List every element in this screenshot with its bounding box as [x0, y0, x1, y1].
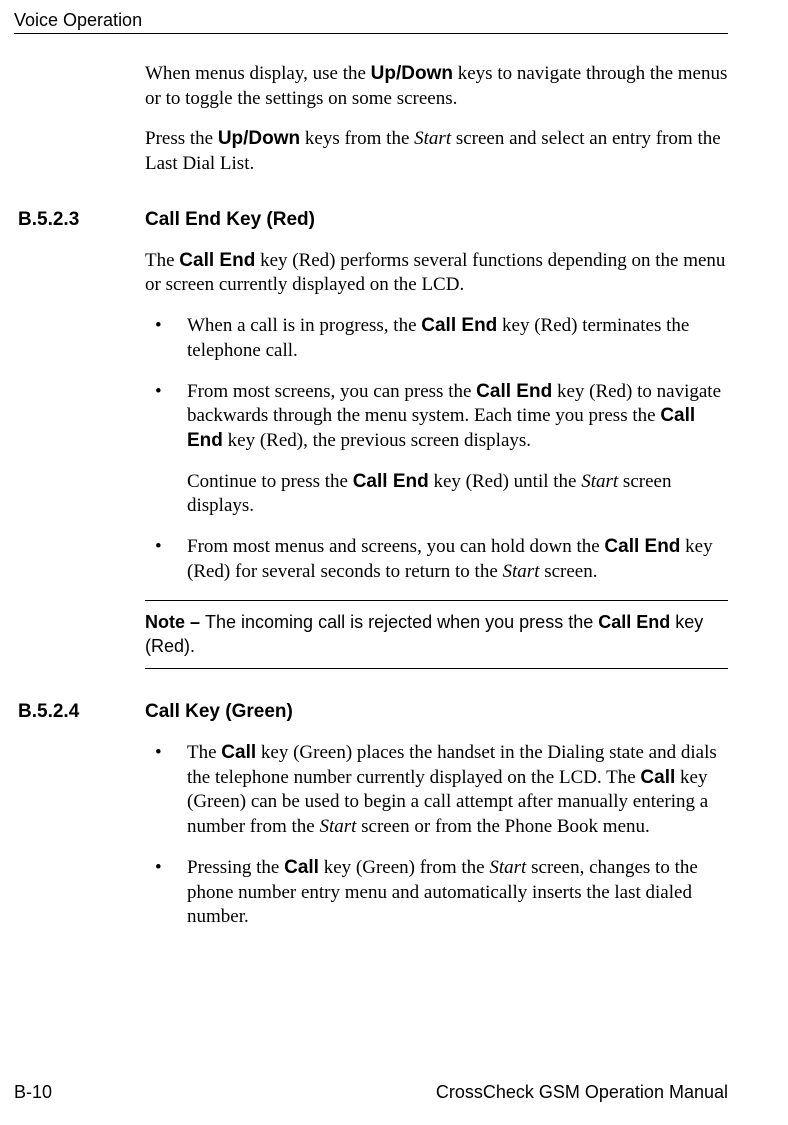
text-fragment: key (Green) from the — [319, 857, 489, 878]
italic-screen-name: Start — [489, 857, 526, 878]
section1-bullet-list-cont: • From most menus and screens, you can h… — [145, 535, 728, 584]
note-label: Note – — [145, 612, 205, 632]
section-number: B.5.2.4 — [18, 701, 145, 723]
bullet-continuation: Continue to press the Call End key (Red)… — [187, 470, 728, 519]
bold-key-label: Call End — [179, 250, 255, 271]
section-heading-call-key: B.5.2.4 Call Key (Green) — [18, 701, 728, 723]
page-number: B-10 — [14, 1082, 52, 1103]
bullet-text: From most menus and screens, you can hol… — [187, 535, 728, 584]
bullet-text: When a call is in progress, the Call End… — [187, 314, 728, 363]
bullet-icon: • — [145, 380, 187, 454]
text-fragment: screen or from the Phone Book menu. — [356, 816, 649, 837]
page-footer: B-10 CrossCheck GSM Operation Manual — [14, 1082, 728, 1103]
bold-key-label: Up/Down — [218, 128, 300, 149]
text-fragment: key (Red), the previous screen displays. — [223, 430, 531, 451]
italic-screen-name: Start — [414, 128, 451, 149]
bullet-icon: • — [145, 856, 187, 930]
main-content: When menus display, use the Up/Down keys… — [145, 62, 728, 930]
text-fragment: From most screens, you can press the — [187, 381, 476, 402]
bold-key-label: Call End — [353, 471, 429, 492]
italic-screen-name: Start — [581, 471, 618, 492]
section-heading-call-end: B.5.2.3 Call End Key (Red) — [18, 209, 728, 231]
section-title: Call Key (Green) — [145, 701, 728, 723]
intro-paragraph-1: When menus display, use the Up/Down keys… — [145, 62, 728, 111]
text-fragment: Press the — [145, 128, 218, 149]
bullet-icon: • — [145, 741, 187, 840]
bullet-text: From most screens, you can press the Cal… — [187, 380, 728, 454]
note-block: Note – The incoming call is rejected whe… — [145, 600, 728, 669]
italic-screen-name: Start — [319, 816, 356, 837]
text-fragment: key (Green) places the handset in the Di… — [187, 742, 717, 788]
text-fragment: Continue to press the — [187, 471, 353, 492]
text-fragment: When a call is in progress, the — [187, 315, 421, 336]
bold-key-label: Call — [640, 767, 675, 788]
bold-key-label: Call — [284, 857, 319, 878]
section-title: Call End Key (Red) — [145, 209, 728, 231]
section1-bullet-list: • When a call is in progress, the Call E… — [145, 314, 728, 453]
text-fragment: When menus display, use the — [145, 63, 371, 84]
text-fragment: key (Red) until the — [429, 471, 582, 492]
bold-key-label: Call End — [476, 381, 552, 402]
bold-key-label: Call End — [598, 612, 670, 632]
intro-paragraph-2: Press the Up/Down keys from the Start sc… — [145, 127, 728, 176]
italic-screen-name: Start — [503, 561, 540, 582]
list-item: • The Call key (Green) places the handse… — [145, 741, 728, 840]
text-fragment: The — [145, 250, 179, 271]
list-item: • From most menus and screens, you can h… — [145, 535, 728, 584]
list-item: • From most screens, you can press the C… — [145, 380, 728, 454]
page-header: Voice Operation — [14, 10, 728, 34]
bold-key-label: Call End — [604, 536, 680, 557]
text-fragment: The — [187, 742, 221, 763]
bullet-text: The Call key (Green) places the handset … — [187, 741, 728, 840]
bullet-icon: • — [145, 535, 187, 584]
list-item: • Pressing the Call key (Green) from the… — [145, 856, 728, 930]
text-fragment: The incoming call is rejected when you p… — [205, 612, 598, 632]
bold-key-label: Up/Down — [371, 63, 453, 84]
section1-intro-paragraph: The Call End key (Red) performs several … — [145, 249, 728, 298]
bold-key-label: Call — [221, 742, 256, 763]
manual-title: CrossCheck GSM Operation Manual — [436, 1082, 728, 1103]
bold-key-label: Call End — [421, 315, 497, 336]
list-item: • When a call is in progress, the Call E… — [145, 314, 728, 363]
section-number: B.5.2.3 — [18, 209, 145, 231]
text-fragment: From most menus and screens, you can hol… — [187, 536, 604, 557]
text-fragment: keys from the — [300, 128, 414, 149]
bullet-text: Pressing the Call key (Green) from the S… — [187, 856, 728, 930]
header-title: Voice Operation — [14, 10, 142, 31]
section2-bullet-list: • The Call key (Green) places the handse… — [145, 741, 728, 930]
text-fragment: Pressing the — [187, 857, 284, 878]
text-fragment: screen. — [539, 561, 597, 582]
bullet-icon: • — [145, 314, 187, 363]
